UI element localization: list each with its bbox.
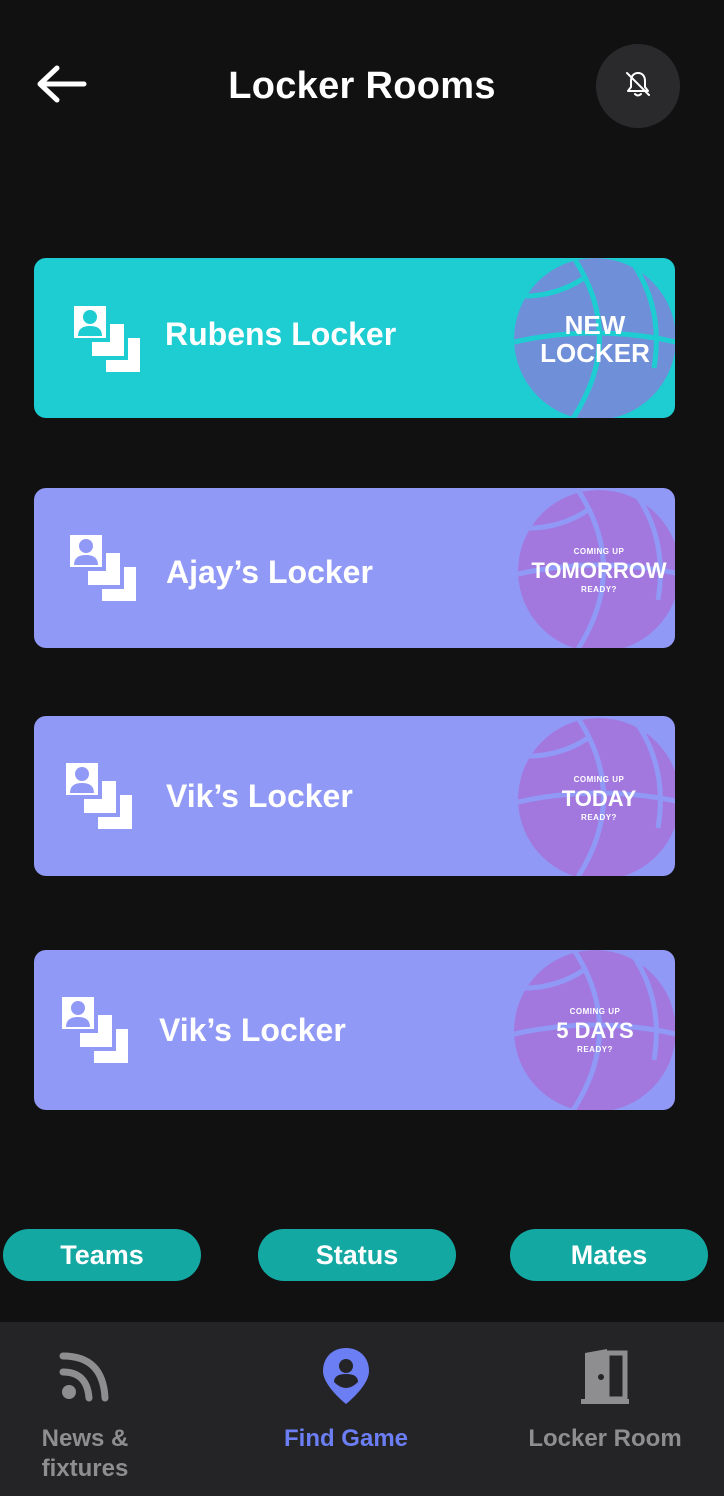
badge-top: COMING UP xyxy=(569,1007,621,1016)
profiles-stack-icon xyxy=(66,531,142,607)
badge-bottom: READY? xyxy=(581,585,617,594)
nav-label: Locker Room xyxy=(528,1425,682,1452)
location-pin-user-icon xyxy=(316,1346,376,1406)
locker-card-rubens[interactable]: Rubens Locker NEW LOCKER xyxy=(34,258,675,418)
locker-name: Rubens Locker xyxy=(165,316,397,352)
door-icon xyxy=(575,1346,635,1406)
locker-card-vik[interactable]: Vik’s Locker COMING UP TODAY READY? xyxy=(34,716,675,876)
nav-locker-room[interactable]: Locker Room xyxy=(514,1322,696,1496)
bell-off-icon xyxy=(622,68,654,105)
locker-name: Vik’s Locker xyxy=(166,778,353,814)
basketball-badge: NEW LOCKER xyxy=(514,258,675,418)
bottom-nav: News & fixtures Find Game Locker Room xyxy=(0,1322,724,1496)
notifications-button[interactable] xyxy=(596,44,680,128)
badge-main: TOMORROW xyxy=(531,558,667,583)
badge-line-1: NEW xyxy=(564,310,626,340)
rss-feed-icon xyxy=(55,1346,115,1406)
nav-label: Find Game xyxy=(283,1425,409,1452)
teams-pill[interactable]: Teams xyxy=(3,1229,201,1281)
badge-line-2: LOCKER xyxy=(540,338,650,368)
basketball-badge: COMING UP 5 DAYS READY? xyxy=(514,950,675,1110)
locker-name: Ajay’s Locker xyxy=(166,554,373,590)
basketball-badge: COMING UP TOMORROW READY? xyxy=(518,490,675,648)
locker-name: Vik’s Locker xyxy=(159,1012,346,1048)
badge-bottom: READY? xyxy=(581,813,617,822)
badge-top: COMING UP xyxy=(573,547,625,556)
badge-bottom: READY? xyxy=(577,1045,613,1054)
mates-pill[interactable]: Mates xyxy=(510,1229,708,1281)
badge-top: COMING UP xyxy=(573,775,625,784)
locker-card-ajay[interactable]: Ajay’s Locker COMING UP TOMORROW READY? xyxy=(34,488,675,648)
nav-find-game[interactable]: Find Game xyxy=(256,1322,436,1496)
nav-label: News & fixtures xyxy=(41,1425,129,1482)
status-pill[interactable]: Status xyxy=(258,1229,456,1281)
profiles-stack-icon xyxy=(58,993,134,1069)
locker-card-vik-2[interactable]: Vik’s Locker COMING UP 5 DAYS READY? xyxy=(34,950,675,1110)
basketball-badge: COMING UP TODAY READY? xyxy=(518,718,675,876)
badge-main: 5 DAYS xyxy=(556,1018,634,1043)
nav-news-fixtures[interactable]: News & fixtures xyxy=(4,1322,166,1496)
profiles-stack-icon xyxy=(70,302,146,378)
profiles-stack-icon xyxy=(62,759,138,835)
badge-main: TODAY xyxy=(561,786,637,811)
